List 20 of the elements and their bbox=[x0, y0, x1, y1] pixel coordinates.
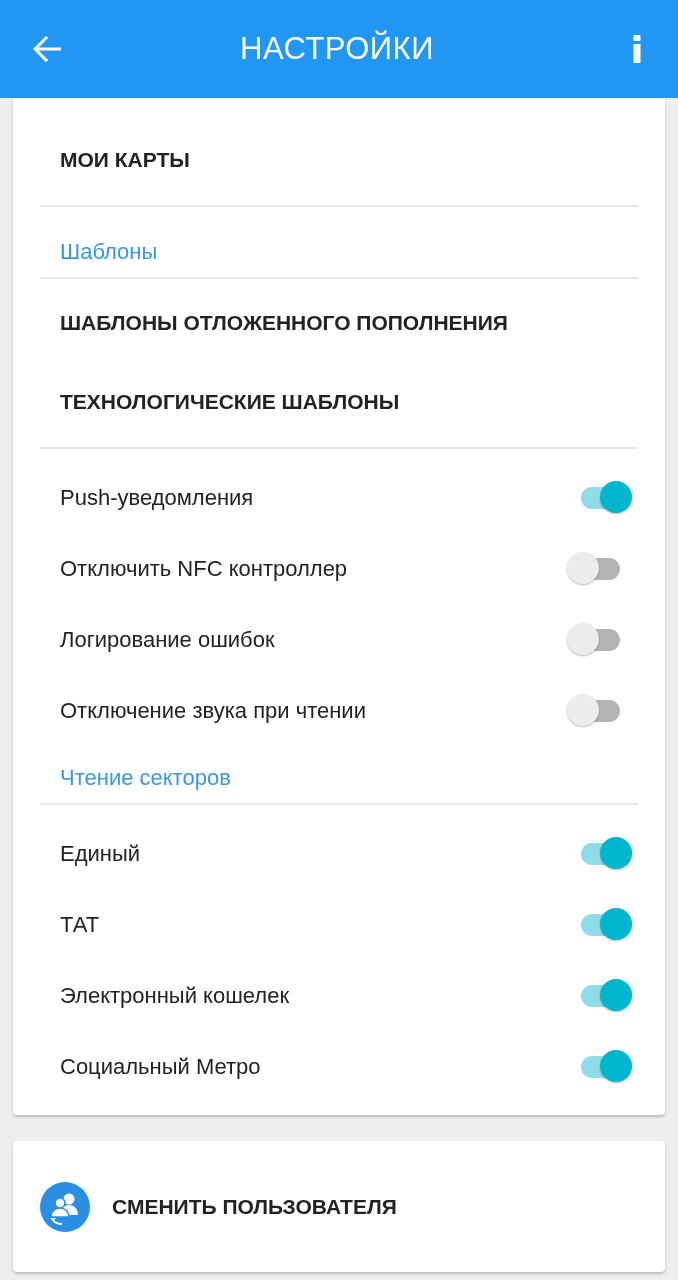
users-switch-icon bbox=[40, 1181, 90, 1232]
setting-label: Отключить NFC контроллер bbox=[60, 555, 348, 582]
setting-label: Push-уведомления bbox=[60, 484, 254, 511]
setting-label: Электронный кошелек bbox=[60, 982, 290, 1009]
menu-item[interactable]: ШАБЛОНЫ ОТЛОЖЕННОГО ПОПОЛНЕНИЯ bbox=[60, 309, 508, 336]
setting-label: Социальный Метро bbox=[60, 1053, 261, 1080]
switch-user-button[interactable]: СМЕНИТЬ ПОЛЬЗОВАТЕЛЯ bbox=[13, 1141, 665, 1272]
info-icon bbox=[633, 35, 641, 63]
menu-item[interactable]: ТЕХНОЛОГИЧЕСКИЕ ШАБЛОНЫ bbox=[60, 388, 400, 415]
section-header: Чтение секторов bbox=[60, 765, 231, 791]
setting-label: Логирование ошибок bbox=[60, 626, 275, 653]
setting-label: Отключение звука при чтении bbox=[60, 697, 366, 724]
back-arrow-icon bbox=[33, 36, 61, 62]
menu-item[interactable]: МОИ КАРТЫ bbox=[60, 146, 190, 173]
info-button[interactable] bbox=[633, 35, 641, 63]
back-button[interactable] bbox=[33, 36, 61, 62]
screen-title: НАСТРОЙКИ bbox=[240, 31, 434, 67]
section-header: Шаблоны bbox=[60, 239, 158, 265]
setting-label: Единый bbox=[60, 840, 141, 867]
setting-label: ТАТ bbox=[60, 911, 100, 938]
